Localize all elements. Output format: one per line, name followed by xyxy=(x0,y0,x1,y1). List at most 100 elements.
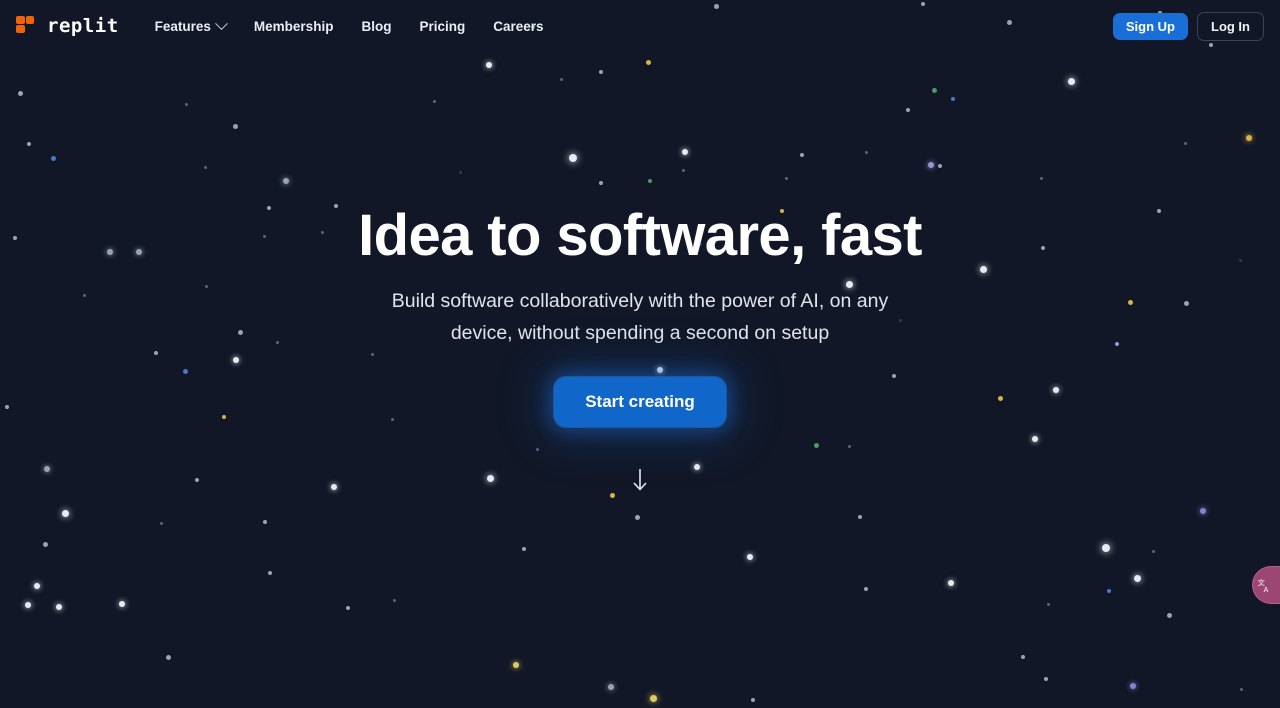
nav-item-label: Careers xyxy=(493,18,544,34)
nav-item-careers[interactable]: Careers xyxy=(479,13,557,40)
star-dot xyxy=(864,587,868,591)
star-dot xyxy=(184,102,188,106)
star-dot xyxy=(847,444,851,448)
nav-item-features[interactable]: Features xyxy=(141,13,240,40)
hero-section: Idea to software, fast Build software co… xyxy=(0,0,1280,708)
star-dot xyxy=(42,541,48,547)
star-dot xyxy=(1053,387,1059,393)
star-dot xyxy=(599,181,603,185)
star-dot xyxy=(1133,574,1141,582)
star-dot xyxy=(1115,342,1119,346)
star-dot xyxy=(17,90,23,96)
star-dot xyxy=(237,329,243,335)
log-in-button[interactable]: Log In xyxy=(1197,11,1264,41)
star-dot xyxy=(61,509,69,517)
star-dot xyxy=(864,150,868,154)
star-dot xyxy=(107,249,113,255)
star-dot xyxy=(283,178,289,184)
star-dot xyxy=(1151,549,1155,553)
star-dot xyxy=(813,442,819,448)
site-header: replit Features Membership Blog Pricing … xyxy=(0,0,1280,52)
star-dot xyxy=(331,484,337,490)
cta-container: Start creating xyxy=(554,376,726,427)
star-dot xyxy=(645,59,651,65)
star-dot xyxy=(262,234,266,238)
nav-item-blog[interactable]: Blog xyxy=(347,13,405,40)
star-dot xyxy=(1166,612,1172,618)
star-dot xyxy=(34,583,40,589)
star-dot xyxy=(609,492,615,498)
star-dot xyxy=(1102,544,1110,552)
star-dot xyxy=(608,684,614,690)
star-dot xyxy=(275,340,279,344)
nav-item-label: Blog xyxy=(361,18,392,34)
star-dot xyxy=(182,368,188,374)
star-dot xyxy=(1107,589,1111,593)
star-dot xyxy=(979,265,987,273)
header-actions: Sign Up Log In xyxy=(1112,11,1264,41)
translate-widget-tab[interactable]: 文 A xyxy=(1252,566,1280,604)
main-navigation: Features Membership Blog Pricing Careers xyxy=(141,13,558,40)
star-dot xyxy=(569,154,577,162)
star-dot xyxy=(50,155,56,161)
star-dot xyxy=(522,547,526,551)
star-dot xyxy=(682,149,688,155)
star-dot xyxy=(486,62,492,68)
star-dot xyxy=(195,478,199,482)
star-dot xyxy=(648,179,652,183)
arrow-down-icon xyxy=(633,468,647,491)
star-dot xyxy=(1032,436,1038,442)
star-dot xyxy=(390,417,394,421)
star-dot xyxy=(1130,683,1136,689)
star-dot xyxy=(56,604,62,610)
star-dot xyxy=(599,70,603,74)
star-dot xyxy=(458,170,462,174)
star-dot xyxy=(1183,141,1187,145)
scroll-down-indicator[interactable] xyxy=(629,465,651,495)
star-dot xyxy=(13,236,17,240)
sign-up-button[interactable]: Sign Up xyxy=(1112,12,1188,40)
star-dot xyxy=(1238,258,1242,262)
hero-subtitle: Build software collaboratively with the … xyxy=(391,289,889,344)
star-dot xyxy=(1157,209,1161,213)
start-creating-button[interactable]: Start creating xyxy=(554,376,726,427)
star-dot xyxy=(997,395,1003,401)
brand-wordmark: replit xyxy=(47,15,119,37)
star-dot xyxy=(136,249,142,255)
star-dot xyxy=(263,520,267,524)
star-dot xyxy=(800,153,804,157)
star-dot xyxy=(858,515,862,519)
star-dot xyxy=(154,351,158,355)
star-dot xyxy=(751,698,755,702)
star-dot xyxy=(204,284,208,288)
page-title: Idea to software, fast xyxy=(358,203,922,268)
svg-text:A: A xyxy=(1263,585,1268,593)
star-dot xyxy=(44,466,50,472)
star-dot xyxy=(906,108,910,112)
star-dot xyxy=(1046,602,1050,606)
star-dot xyxy=(559,77,563,81)
star-dot xyxy=(694,464,700,470)
star-dot xyxy=(1127,299,1133,305)
star-dot xyxy=(892,374,896,378)
nav-item-pricing[interactable]: Pricing xyxy=(405,13,479,40)
star-dot xyxy=(747,554,753,560)
star-dot xyxy=(681,168,685,172)
star-dot xyxy=(486,474,494,482)
star-dot xyxy=(25,602,31,608)
star-dot xyxy=(82,293,86,297)
nav-item-membership[interactable]: Membership xyxy=(240,13,348,40)
star-dot xyxy=(1183,300,1189,306)
star-dot xyxy=(320,230,324,234)
star-dot xyxy=(1044,677,1048,681)
star-dot xyxy=(938,164,942,168)
star-dot xyxy=(222,415,226,419)
brand-logo-link[interactable]: replit xyxy=(16,15,119,37)
star-dot xyxy=(1021,655,1025,659)
star-dot xyxy=(535,447,539,451)
star-dot xyxy=(657,367,663,373)
nav-item-label: Pricing xyxy=(419,18,466,34)
translate-icon: 文 A xyxy=(1258,577,1269,593)
starfield-background xyxy=(0,0,1280,708)
replit-blocks-logo-icon xyxy=(16,15,38,37)
